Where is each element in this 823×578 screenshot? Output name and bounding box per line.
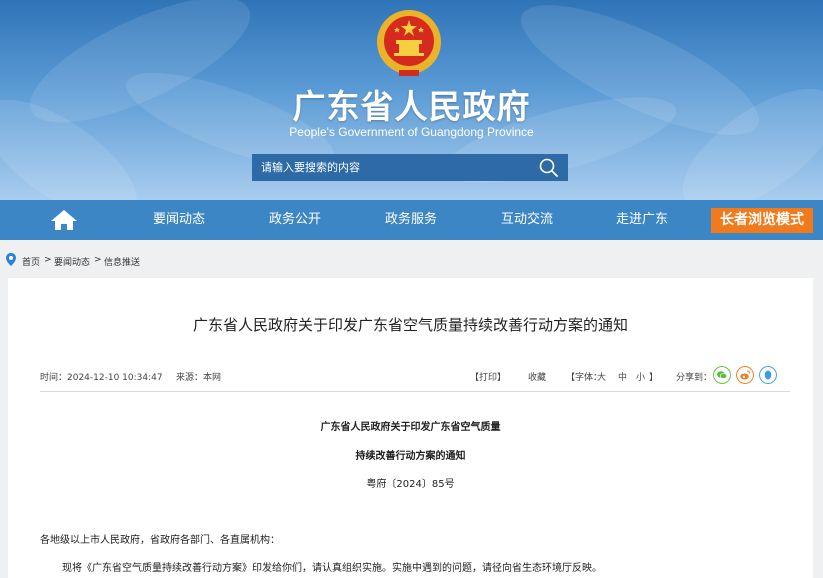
breadcrumb-push[interactable]: 信息推送 [104, 255, 140, 268]
document-number: 粤府〔2024〕85号 [366, 479, 455, 490]
font-size-medium[interactable]: 中 [618, 370, 627, 383]
breadcrumb-separator: > [94, 255, 102, 265]
elder-mode-button[interactable]: 长者浏览模式 [711, 208, 813, 233]
search-bar [252, 154, 568, 181]
main-nav: 要闻动态 政务公开 政务服务 互动交流 走进广东 长者浏览模式 [0, 200, 823, 240]
share-label: 分享到： [676, 373, 713, 383]
document-title-line2: 持续改善行动方案的通知 [355, 451, 466, 462]
search-input[interactable] [252, 154, 532, 181]
article-card: 广东省人民政府关于印发广东省空气质量持续改善行动方案的通知 时间：2024-12… [8, 278, 813, 578]
document-title-line1: 广东省人民政府关于印发广东省空气质量 [320, 422, 501, 433]
site-title: 广东省人民政府 [292, 87, 531, 126]
breadcrumb-home[interactable]: 首页 [22, 255, 40, 268]
article-title: 广东省人民政府关于印发广东省空气质量持续改善行动方案的通知 [192, 316, 628, 334]
font-size-bracket: 】 [649, 373, 659, 383]
print-button[interactable]: 【打印】 [470, 370, 506, 383]
nav-item-about-guangdong[interactable]: 走进广东 [597, 200, 687, 240]
breadcrumb: 首页 > 要闻动态 > 信息推送 [0, 244, 823, 274]
meta-divider [40, 391, 790, 392]
font-size-small[interactable]: 小 [636, 370, 645, 383]
qq-icon[interactable] [759, 366, 777, 384]
nav-item-interaction[interactable]: 互动交流 [482, 200, 572, 240]
breadcrumb-news[interactable]: 要闻动态 [54, 255, 90, 268]
breadcrumb-separator: > [44, 255, 52, 265]
nav-item-gov-affairs-public[interactable]: 政务公开 [250, 200, 340, 240]
site-header: 广东省人民政府 People's Government of Guangdong… [0, 0, 823, 200]
location-pin-icon [6, 253, 16, 266]
document-body-paragraph: 现将《广东省空气质量持续改善行动方案》印发给你们，请认真组织实施。实施中遇到的问… [62, 563, 602, 574]
weibo-icon[interactable] [736, 366, 754, 384]
search-icon[interactable] [538, 157, 560, 179]
nav-item-gov-services[interactable]: 政务服务 [366, 200, 456, 240]
home-icon[interactable] [46, 208, 82, 232]
document-salutation: 各地级以上市人民政府，省政府各部门、各直属机构： [40, 535, 280, 546]
nav-item-news[interactable]: 要闻动态 [134, 200, 224, 240]
article-source: 来源：本网 [176, 373, 222, 383]
font-size-large[interactable]: 大 [597, 370, 606, 383]
site-subtitle: People's Government of Guangdong Provinc… [289, 125, 534, 139]
national-emblem-icon [377, 10, 441, 76]
wechat-icon[interactable] [713, 366, 731, 384]
publish-time: 时间：2024-12-10 10:34:47 [40, 373, 163, 383]
collect-button[interactable]: 收藏 [528, 370, 546, 383]
